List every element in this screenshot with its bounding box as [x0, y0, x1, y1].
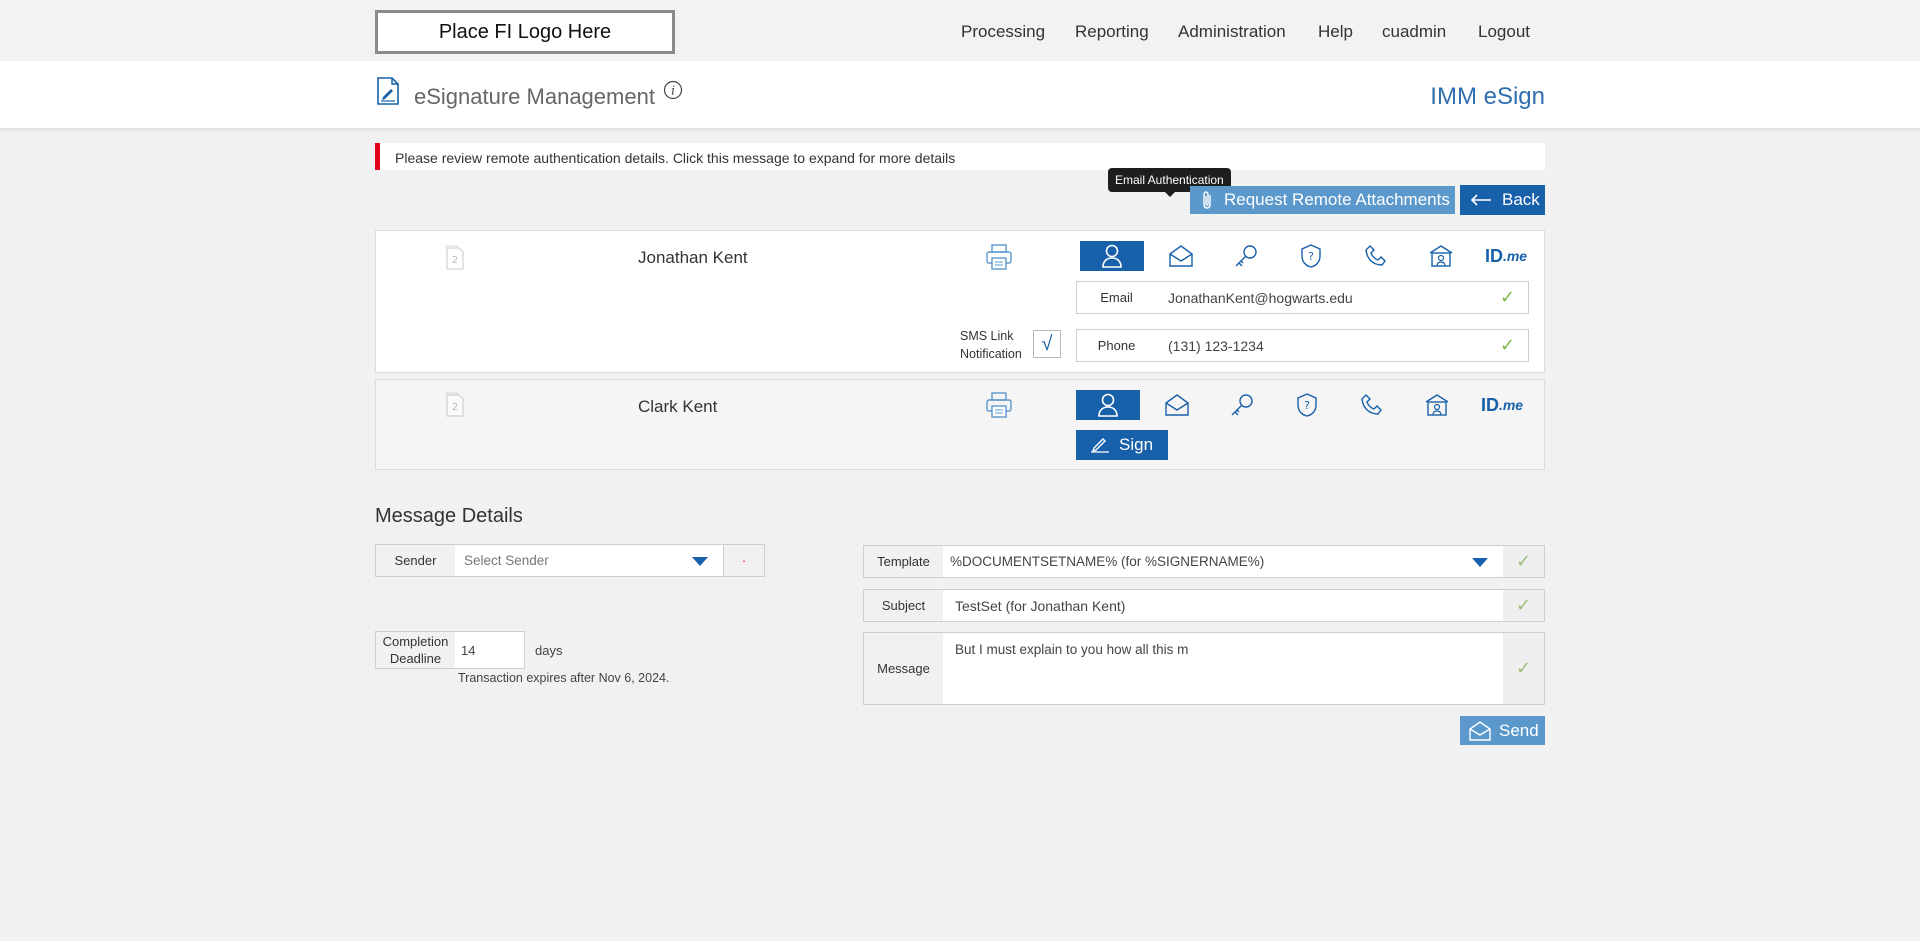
signing-order-icon: 2: [443, 391, 465, 417]
checkmark-icon: ✓: [1499, 287, 1516, 307]
signing-order-icon: 2: [443, 244, 465, 270]
app-title: IMM eSign: [1430, 83, 1545, 110]
page-title: eSignature Management: [414, 84, 655, 109]
svg-text:2: 2: [452, 402, 458, 413]
printer-icon[interactable]: [985, 243, 1013, 271]
sender-required-indicator: ·: [723, 544, 765, 577]
printer-icon[interactable]: [985, 391, 1013, 419]
email-field[interactable]: JonathanKent@hogwarts.edu: [1156, 281, 1488, 314]
shield-question-icon[interactable]: ?: [1279, 390, 1335, 420]
paperclip-icon: [1200, 190, 1214, 210]
logo-text: Place FI Logo Here: [438, 20, 612, 43]
sms-label-line2: Notification: [960, 347, 1022, 361]
checkmark-icon: ✓: [1515, 551, 1532, 571]
svg-text:?: ?: [1308, 250, 1314, 263]
back-button[interactable]: Back: [1460, 185, 1545, 215]
idme-logo[interactable]: ID .me: [1478, 241, 1534, 271]
svg-text:?: ?: [1304, 399, 1310, 412]
email-verified-check: ✓: [1487, 281, 1529, 314]
bank-user-icon[interactable]: [1413, 241, 1469, 271]
email-icon[interactable]: [1153, 241, 1209, 271]
sign-label: Sign: [1119, 435, 1154, 454]
bank-user-icon[interactable]: [1409, 390, 1465, 420]
sender-select[interactable]: Select Sender: [455, 544, 724, 577]
days-label: days: [535, 643, 563, 658]
phone-field[interactable]: (131) 123-1234: [1156, 329, 1488, 362]
checkmark-icon: ✓: [1515, 595, 1532, 615]
nav-reporting[interactable]: Reporting: [1075, 22, 1149, 42]
checkmark-icon: ✓: [1499, 335, 1516, 355]
template-select-value: %DOCUMENTSETNAME% (for %SIGNERNAME%): [950, 554, 1265, 569]
key-icon[interactable]: [1214, 390, 1270, 420]
nav-administration[interactable]: Administration: [1178, 22, 1286, 42]
nav-processing[interactable]: Processing: [961, 22, 1045, 42]
pen-icon: [1090, 437, 1110, 453]
sender-label: Sender: [375, 544, 456, 577]
signer-name: Clark Kent: [638, 397, 718, 416]
phone-icon[interactable]: [1348, 241, 1404, 271]
tooltip-text: Email Authentication: [1115, 173, 1224, 187]
document-sign-icon: [376, 77, 400, 105]
arrow-left-icon: [1470, 193, 1492, 207]
completion-label-line1: Completion: [382, 634, 449, 649]
person-icon[interactable]: [1076, 390, 1140, 420]
completion-deadline-input[interactable]: 14: [455, 631, 525, 669]
alert-text: Please review remote authentication deta…: [395, 150, 956, 166]
checkbox-check-icon: √: [1041, 332, 1053, 355]
remote-auth-alert[interactable]: Please review remote authentication deta…: [375, 143, 1545, 170]
send-button[interactable]: Send: [1460, 716, 1545, 745]
checkmark-icon: ✓: [1515, 658, 1532, 678]
email-icon[interactable]: [1149, 390, 1205, 420]
template-valid-check: ✓: [1503, 545, 1545, 578]
subject-valid-check: ✓: [1503, 589, 1545, 622]
message-label: Message: [863, 632, 944, 705]
subject-input[interactable]: TestSet (for Jonathan Kent): [943, 589, 1504, 622]
title-band: [0, 61, 1920, 128]
key-icon[interactable]: [1218, 241, 1274, 271]
send-label: Send: [1499, 720, 1539, 740]
email-label: Email: [1076, 281, 1157, 314]
sender-select-value: Select Sender: [464, 553, 549, 568]
envelope-send-icon: [1469, 720, 1491, 741]
svg-text:i: i: [671, 84, 675, 98]
template-label: Template: [863, 545, 944, 578]
message-details-title: Message Details: [375, 505, 523, 527]
phone-label: Phone: [1076, 329, 1157, 362]
expiry-text: Transaction expires after Nov 6, 2024.: [458, 671, 670, 685]
subject-label: Subject: [863, 589, 944, 622]
completion-label-line2: Deadline: [389, 651, 442, 666]
sms-link-notification-label: SMS Link Notification: [960, 327, 1022, 363]
nav-user[interactable]: cuadmin: [1382, 22, 1446, 42]
template-select[interactable]: %DOCUMENTSETNAME% (for %SIGNERNAME%): [943, 545, 1504, 578]
top-navigation-bar: [0, 0, 1920, 61]
chevron-down-icon: [1472, 558, 1488, 568]
request-remote-attachments-label: Request Remote Attachments: [1224, 190, 1450, 209]
idme-logo[interactable]: ID .me: [1474, 390, 1530, 420]
nav-logout[interactable]: Logout: [1478, 22, 1530, 42]
request-remote-attachments-button[interactable]: Request Remote Attachments: [1190, 186, 1455, 214]
phone-icon[interactable]: [1344, 390, 1400, 420]
back-label: Back: [1502, 190, 1540, 209]
signer-name: Jonathan Kent: [638, 248, 748, 267]
nav-help[interactable]: Help: [1318, 22, 1353, 42]
message-valid-check: ✓: [1503, 632, 1545, 705]
logo-placeholder[interactable]: Place FI Logo Here: [375, 10, 675, 54]
svg-text:2: 2: [452, 255, 458, 266]
chevron-down-icon: [692, 557, 708, 567]
completion-deadline-label: Completion Deadline: [375, 631, 456, 669]
auth-methods-row: ? ID .me: [1080, 241, 1534, 271]
message-textarea[interactable]: But I must explain to you how all this m: [943, 632, 1504, 705]
info-icon[interactable]: i: [663, 80, 683, 100]
shield-question-icon[interactable]: ?: [1283, 241, 1339, 271]
auth-methods-row: ? ID .me: [1076, 390, 1530, 420]
sms-link-notification-checkbox[interactable]: √: [1033, 330, 1061, 358]
person-icon[interactable]: [1080, 241, 1144, 271]
phone-verified-check: ✓: [1487, 329, 1529, 362]
sms-label-line1: SMS Link: [960, 329, 1014, 343]
sign-button[interactable]: Sign: [1076, 430, 1168, 460]
